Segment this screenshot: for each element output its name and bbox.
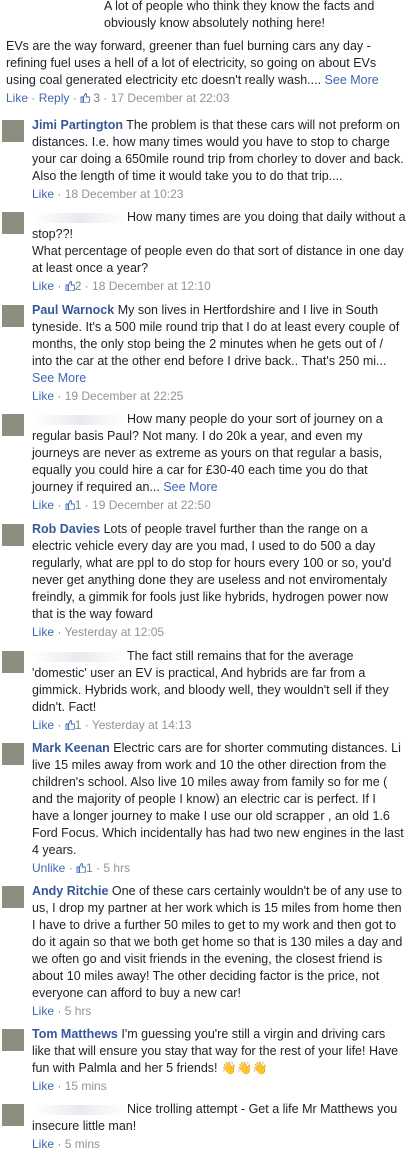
redacted-name [32, 212, 127, 223]
avatar[interactable] [2, 120, 24, 142]
comment: Rob Davies Lots of people travel further… [0, 521, 410, 641]
like-link[interactable]: Unlike [32, 861, 65, 875]
comment-thread: A lot of people who think they know the … [0, 0, 410, 1153]
comment: How many people do your sort of journey … [0, 411, 410, 514]
commenter-name[interactable]: Jimi Partington [32, 118, 123, 132]
avatar[interactable] [2, 1104, 24, 1126]
commenter-name[interactable]: Mark Keenan [32, 741, 110, 755]
like-link[interactable]: Like [32, 1004, 54, 1018]
see-more-link[interactable]: See More [163, 480, 217, 494]
commenter-name[interactable]: Andy Ritchie [32, 884, 108, 898]
avatar[interactable] [2, 1029, 24, 1051]
like-link[interactable]: Like [32, 279, 54, 293]
timestamp: 19 December at 22:25 [64, 389, 184, 403]
comment-actions: Like · 1 · Yesterday at 14:13 [32, 718, 192, 732]
redacted-name [32, 414, 127, 425]
thumbs-up-icon [80, 93, 91, 103]
comment: Nice trolling attempt - Get a life Mr Ma… [0, 1101, 410, 1153]
thumbs-up-icon [65, 720, 75, 730]
like-link[interactable]: Like [32, 1137, 54, 1151]
like-link[interactable]: Like [32, 389, 54, 403]
comment-actions: Like · 19 December at 22:25 [32, 389, 184, 403]
top-comment-body: EVs are the way forward, greener than fu… [6, 39, 377, 87]
avatar[interactable] [2, 305, 24, 327]
timestamp: 17 December at 22:03 [110, 91, 230, 105]
redacted-name [32, 651, 127, 662]
comment-actions: Like · 18 December at 10:23 [32, 187, 184, 201]
see-more-link[interactable]: See More [32, 371, 86, 385]
like-count: 3 [93, 91, 101, 105]
comment-actions: Like · Yesterday at 12:05 [32, 625, 165, 639]
comment-actions: Like · 5 hrs [32, 1004, 92, 1018]
like-count: 2 [74, 279, 82, 293]
commenter-name[interactable]: Tom Matthews [32, 1027, 118, 1041]
top-comment: A lot of people who think they know the … [0, 0, 410, 107]
comment-actions: Like · Reply · 3 · 17 December at 22:03 [6, 91, 230, 105]
comment-text: One of these cars certainly wouldn't be … [32, 884, 403, 1000]
comment-actions: Like · 5 mins [32, 1137, 101, 1151]
comment-text: Lots of people travel further than the r… [32, 522, 392, 621]
like-link[interactable]: Like [32, 625, 54, 639]
comment-actions: Like · 15 mins [32, 1079, 107, 1093]
thumbs-up-icon [65, 500, 75, 510]
avatar[interactable] [2, 651, 24, 673]
comment: Mark Keenan Electric cars are for shorte… [0, 740, 410, 877]
timestamp: 15 mins [64, 1079, 107, 1093]
like-link[interactable]: Like [32, 498, 54, 512]
comment: Jimi Partington The problem is that thes… [0, 117, 410, 203]
redacted-name [32, 1104, 127, 1115]
timestamp: Yesterday at 12:05 [64, 625, 165, 639]
like-link[interactable]: Like [6, 91, 28, 105]
timestamp: 18 December at 10:23 [64, 187, 184, 201]
timestamp: 5 hrs [103, 861, 131, 875]
avatar[interactable] [2, 743, 24, 765]
like-count: 1 [74, 498, 82, 512]
comment-actions: Like · 1 · 19 December at 22:50 [32, 498, 211, 512]
like-link[interactable]: Like [32, 1079, 54, 1093]
like-link[interactable]: Like [32, 187, 54, 201]
timestamp: Yesterday at 14:13 [91, 718, 192, 732]
like-link[interactable]: Like [32, 718, 54, 732]
avatar[interactable] [2, 524, 24, 546]
comment-text: Electric cars are for shorter commuting … [32, 741, 404, 857]
comment: The fact still remains that for the aver… [0, 648, 410, 734]
reply-link[interactable]: Reply [39, 91, 70, 105]
comment: Tom Matthews I'm guessing you're still a… [0, 1026, 410, 1095]
commenter-name[interactable]: Paul Warnock [32, 303, 114, 317]
comment-actions: Unlike · 1 · 5 hrs [32, 861, 131, 875]
timestamp: 19 December at 22:50 [92, 498, 211, 512]
avatar[interactable] [2, 212, 24, 234]
timestamp: 5 hrs [64, 1004, 92, 1018]
thumbs-up-icon [76, 863, 87, 873]
timestamp: 18 December at 12:10 [92, 279, 211, 293]
thumbs-up-icon [65, 281, 75, 291]
top-comment-line1: A lot of people who think they know the … [104, 0, 375, 30]
avatar[interactable] [2, 886, 24, 908]
commenter-name[interactable]: Rob Davies [32, 522, 100, 536]
avatar[interactable] [2, 414, 24, 436]
comment: Paul Warnock My son lives in Hertfordshi… [0, 302, 410, 405]
comment: Andy Ritchie One of these cars certainly… [0, 883, 410, 1020]
like-count: 1 [86, 861, 93, 875]
timestamp: 5 mins [64, 1137, 101, 1151]
comment: How many times are you doing that daily … [0, 209, 410, 295]
like-count: 1 [74, 718, 82, 732]
see-more-link[interactable]: See More [325, 73, 379, 87]
comment-actions: Like · 2 · 18 December at 12:10 [32, 279, 211, 293]
